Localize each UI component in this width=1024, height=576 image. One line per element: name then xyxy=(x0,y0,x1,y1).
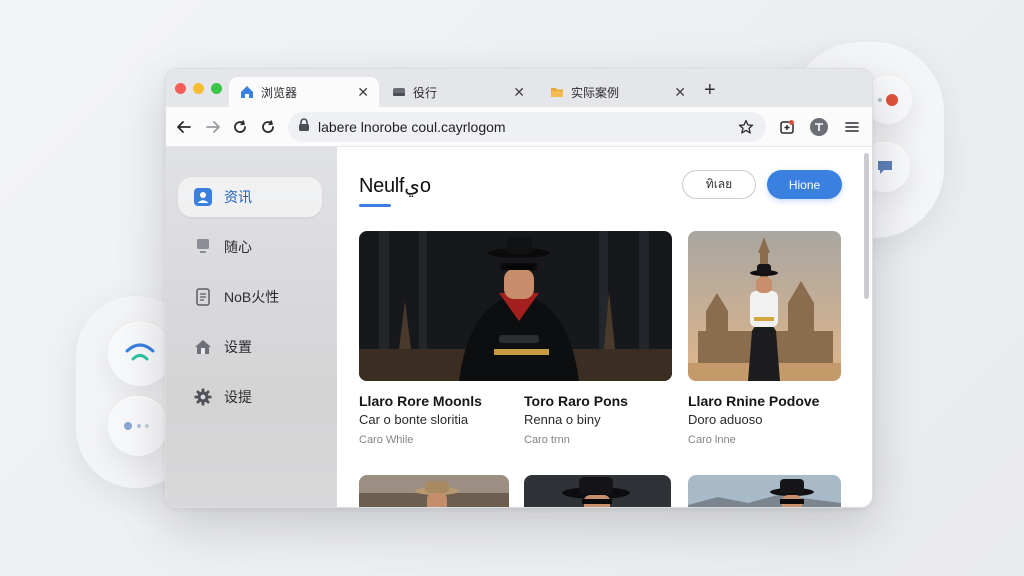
maximize-window-button[interactable] xyxy=(211,83,222,94)
message-icon xyxy=(878,161,892,174)
home-icon xyxy=(239,84,255,100)
sidebar-item-label: NoB火性 xyxy=(224,289,280,305)
lock-icon xyxy=(298,117,310,137)
page-title: Neulfيo xyxy=(359,175,431,197)
card-thumbnail xyxy=(359,475,509,507)
card-thumbnail xyxy=(688,475,841,507)
card-meta: Caro lnne xyxy=(688,434,736,446)
primary-button[interactable]: Hione xyxy=(767,170,842,199)
card-title: Llaro Rore Moonls xyxy=(359,393,482,409)
card-subtitle: Renna o biny xyxy=(524,412,601,427)
content-card[interactable]: Toro Raro Pons Renna o biny Caro trnn xyxy=(524,393,664,451)
close-window-button[interactable] xyxy=(175,83,186,94)
sidebar: 资讯 随心 NoB火性 设置 设提 xyxy=(166,147,337,507)
refresh-icon[interactable] xyxy=(258,117,278,137)
content-card[interactable] xyxy=(524,475,671,507)
page-content: 资讯 随心 NoB火性 设置 设提 Neulfيo ทิเลย Hione Ll… xyxy=(166,147,872,507)
card-subtitle: Car o bonte sloritia xyxy=(359,412,469,427)
sidebar-item-news[interactable]: 资讯 xyxy=(178,177,322,217)
drive-icon xyxy=(391,84,407,100)
monitor-icon xyxy=(194,238,212,256)
extension-icon[interactable] xyxy=(777,117,797,137)
folder-icon xyxy=(549,84,565,100)
main-panel: Neulfيo ทิเลย Hione Llaro Rore Moonls Ca… xyxy=(337,147,872,507)
reload-icon[interactable] xyxy=(230,117,250,137)
url-text: labere lnorobe coul.cayrlogom xyxy=(318,119,506,135)
tab-bar: 浏览器 ✕ 役行 ✕ 实际案例 ✕ + xyxy=(166,69,872,107)
scrollbar[interactable] xyxy=(864,153,869,299)
sidebar-item-documents[interactable]: NoB火性 xyxy=(178,277,322,317)
tab-drive[interactable]: 役行 ✕ xyxy=(381,77,535,107)
title-underline xyxy=(359,204,391,207)
window-controls xyxy=(175,83,222,94)
user-icon xyxy=(194,188,212,206)
card-title: Llaro Rnine Podove xyxy=(688,393,820,409)
navigation-toolbar: labere lnorobe coul.cayrlogom xyxy=(166,107,872,147)
card-subtitle: Doro aduoso xyxy=(688,412,763,427)
back-icon[interactable] xyxy=(174,117,194,137)
browser-window: 浏览器 ✕ 役行 ✕ 实际案例 ✕ + labere lnorobe coul.… xyxy=(165,68,873,508)
sidebar-item-label: 设置 xyxy=(224,339,252,355)
secondary-button[interactable]: ทิเลย xyxy=(682,170,756,199)
tab-close-icon[interactable]: ✕ xyxy=(674,84,686,101)
card-thumbnail xyxy=(359,231,672,381)
tab-label: 浏览器 xyxy=(261,85,298,100)
card-meta: Caro While xyxy=(359,434,414,446)
menu-icon[interactable] xyxy=(842,117,862,137)
tab-label: 实际案例 xyxy=(571,85,620,100)
profile-avatar[interactable] xyxy=(809,117,829,137)
card-meta: Caro trnn xyxy=(524,434,570,446)
sidebar-item-label: 随心 xyxy=(224,239,252,255)
gear-icon xyxy=(194,388,212,406)
tab-label: 役行 xyxy=(413,85,438,100)
new-tab-icon[interactable]: + xyxy=(704,79,716,102)
wifi-icon xyxy=(125,343,155,361)
sidebar-item-label: 设提 xyxy=(224,389,252,405)
minimize-window-button[interactable] xyxy=(193,83,204,94)
content-card[interactable]: Llaro Rnine Podove Doro aduoso Caro lnne xyxy=(688,231,841,451)
sidebar-item-label: 资讯 xyxy=(224,189,252,205)
chat-bubble-left xyxy=(108,396,168,456)
content-card[interactable] xyxy=(688,475,841,507)
tab-close-icon[interactable]: ✕ xyxy=(357,84,369,101)
document-icon xyxy=(194,288,212,306)
tab-cases[interactable]: 实际案例 ✕ xyxy=(539,77,696,107)
tab-browser[interactable]: 浏览器 ✕ xyxy=(229,77,379,107)
home-icon xyxy=(194,338,212,356)
bookmark-icon[interactable] xyxy=(738,119,754,140)
sidebar-item-settings[interactable]: 设置 xyxy=(178,327,322,367)
address-bar[interactable]: labere lnorobe coul.cayrlogom xyxy=(288,112,766,142)
tab-close-icon[interactable]: ✕ xyxy=(513,84,525,101)
ellipsis-icon xyxy=(124,422,149,430)
sidebar-item-preferences[interactable]: 设提 xyxy=(178,377,322,417)
record-icon xyxy=(878,94,898,106)
card-thumbnail xyxy=(524,475,671,507)
forward-icon[interactable] xyxy=(203,117,223,137)
wifi-bubble xyxy=(108,322,172,386)
content-card[interactable] xyxy=(359,475,509,507)
card-title: Toro Raro Pons xyxy=(524,393,628,409)
sidebar-item-heart[interactable]: 随心 xyxy=(178,227,322,267)
card-thumbnail xyxy=(688,231,841,381)
